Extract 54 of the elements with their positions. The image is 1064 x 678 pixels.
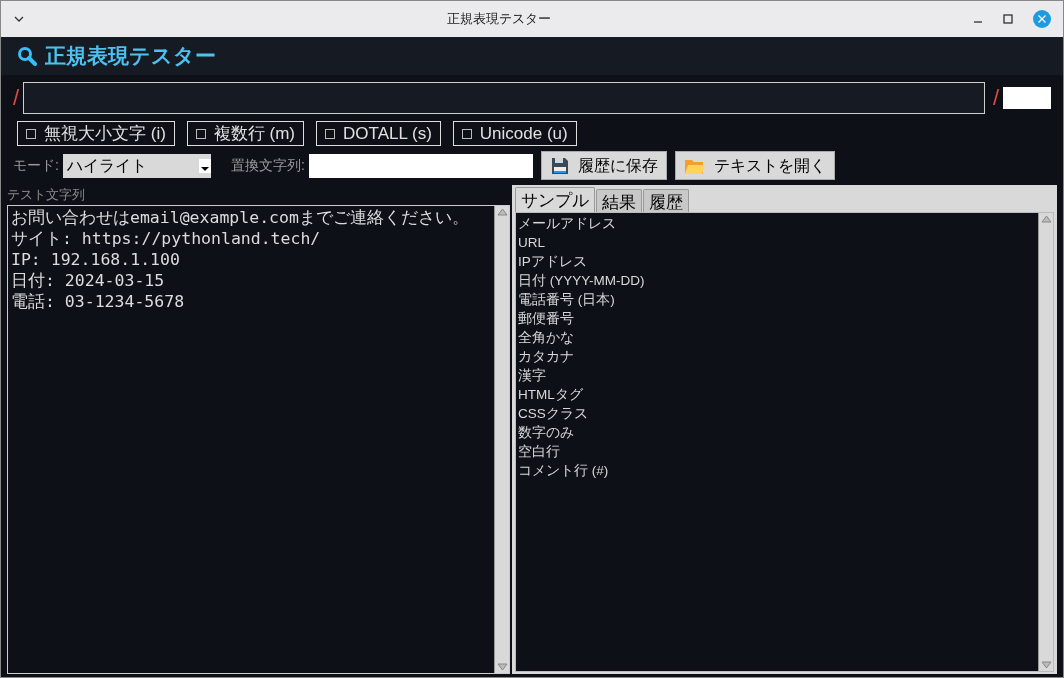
flags-field[interactable] — [1003, 86, 1051, 109]
flag-label: 無視大小文字 (i) — [44, 122, 166, 145]
test-text-label: テスト文字列 — [7, 186, 86, 204]
scroll-up-icon[interactable] — [1039, 213, 1053, 225]
app-title: 正規表現テスター — [45, 43, 216, 70]
flag-checkbox[interactable]: Unicode (u) — [452, 121, 577, 146]
sample-item[interactable]: 郵便番号 — [516, 309, 574, 328]
regex-delimiter: / — [992, 84, 999, 112]
regex-delimiter: / — [13, 84, 20, 112]
tab[interactable]: 結果 — [596, 189, 642, 212]
text-line: IP: 192.168.1.100 — [11, 249, 180, 270]
sample-item[interactable]: 数字のみ — [516, 423, 574, 442]
flag-checkbox[interactable]: 無視大小文字 (i) — [17, 121, 175, 146]
text-line: 電話: 03-1234-5678 — [11, 291, 185, 312]
sample-item[interactable]: 全角かな — [516, 328, 574, 347]
close-icon[interactable] — [1033, 10, 1051, 28]
sample-item[interactable]: CSSクラス — [516, 404, 588, 423]
scroll-up-icon[interactable] — [495, 206, 509, 218]
search-icon — [17, 46, 37, 66]
text-line: お問い合わせはemail@example.comまでご連絡ください。 — [11, 207, 469, 228]
mode-label: モード: — [13, 156, 59, 175]
tab[interactable]: 履歴 — [643, 189, 689, 212]
flag-checkbox[interactable]: 複数行 (m) — [186, 121, 305, 146]
scroll-down-icon[interactable] — [495, 661, 509, 673]
regex-field[interactable] — [23, 81, 985, 114]
maximize-icon[interactable] — [1003, 14, 1013, 24]
sample-item[interactable]: メールアドレス — [516, 214, 616, 233]
save-history-button[interactable]: 履歴に保存 — [540, 151, 667, 180]
sample-item[interactable]: URL — [516, 233, 545, 252]
scroll-down-icon[interactable] — [1039, 659, 1053, 671]
caret-icon — [198, 158, 211, 173]
window-title: 正規表現テスター — [446, 10, 552, 29]
text-line: サイト: https://pythonland.tech/ — [11, 228, 321, 249]
flag-label: Unicode (u) — [479, 122, 568, 145]
flag-checkbox[interactable]: DOTALL (s) — [316, 121, 441, 146]
sample-item[interactable]: カタカナ — [516, 347, 574, 366]
sample-item[interactable]: IPアドレス — [516, 252, 587, 271]
sample-item[interactable]: 漢字 — [516, 366, 546, 385]
mode-select[interactable]: ハイライト — [62, 153, 211, 178]
sample-item[interactable]: コメント行 (#) — [516, 461, 609, 480]
sample-item[interactable]: 空白行 — [516, 442, 560, 461]
tab[interactable]: サンプル — [515, 187, 595, 212]
open-text-button[interactable]: テキストを開く — [674, 151, 835, 180]
scrollbar[interactable] — [494, 206, 509, 673]
flag-label: DOTALL (s) — [343, 122, 432, 145]
replace-label: 置換文字列: — [230, 156, 305, 175]
text-line: 日付: 2024-03-15 — [11, 270, 165, 291]
sample-list[interactable]: メールアドレス URL IPアドレス 日付 (YYYY-MM-DD) 電話番号 (日本) 郵便番号 全角かな カタカナ 漢字 HTMLタグ CSSクラス 数字のみ 空白行 コメント行 (#) — [516, 213, 1038, 671]
replace-field[interactable] — [308, 153, 533, 178]
flag-label: 複数行 (m) — [213, 122, 296, 145]
sample-item[interactable]: 日付 (YYYY-MM-DD) — [516, 271, 645, 290]
scrollbar[interactable] — [1038, 213, 1053, 671]
sample-item[interactable]: 電話番号 (日本) — [516, 290, 615, 309]
sample-item[interactable]: HTMLタグ — [516, 385, 583, 404]
